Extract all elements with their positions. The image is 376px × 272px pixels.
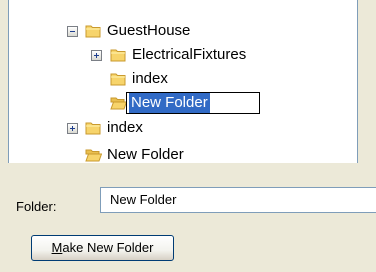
rename-input[interactable]: New Folder (126, 92, 260, 114)
collapse-icon[interactable] (67, 26, 78, 37)
folder-field-label: Folder: (16, 199, 57, 214)
tree-item-index[interactable]: index (9, 67, 349, 91)
tree-item-label: New Folder (107, 146, 184, 163)
tree-item-label: ElectricalFixtures (132, 46, 247, 63)
tree-item-new-folder[interactable]: New Folder (9, 143, 349, 163)
tree-item-electricalfixtures[interactable]: ElectricalFixtures (9, 43, 349, 67)
folder-icon (85, 25, 101, 38)
expand-icon[interactable] (67, 123, 78, 134)
tree-item-label: index (107, 119, 143, 136)
folder-name-input[interactable]: New Folder (100, 187, 376, 213)
folder-icon (110, 73, 126, 86)
tree-item-label: index (132, 70, 168, 87)
make-button-label: ake New Folder (62, 240, 154, 255)
tree-item-index-collapsed[interactable]: index (9, 116, 349, 140)
folder-icon (110, 49, 126, 62)
tree-item-label: GuestHouse (107, 22, 191, 39)
open-folder-icon (85, 149, 102, 162)
make-new-folder-button[interactable]: Make New Folder (31, 235, 174, 261)
tree-item-new-folder-editing[interactable]: New Folder (9, 91, 349, 115)
folder-tree[interactable]: GuestHouse ElectricalFixtures index New … (8, 0, 358, 163)
tree-item-guesthouse[interactable]: GuestHouse (9, 19, 349, 43)
folder-icon (85, 122, 101, 135)
open-folder-icon (110, 97, 127, 110)
expand-icon[interactable] (91, 50, 102, 61)
make-button-accelerator: M (51, 240, 63, 255)
rename-selected-text: New Folder (129, 93, 210, 113)
